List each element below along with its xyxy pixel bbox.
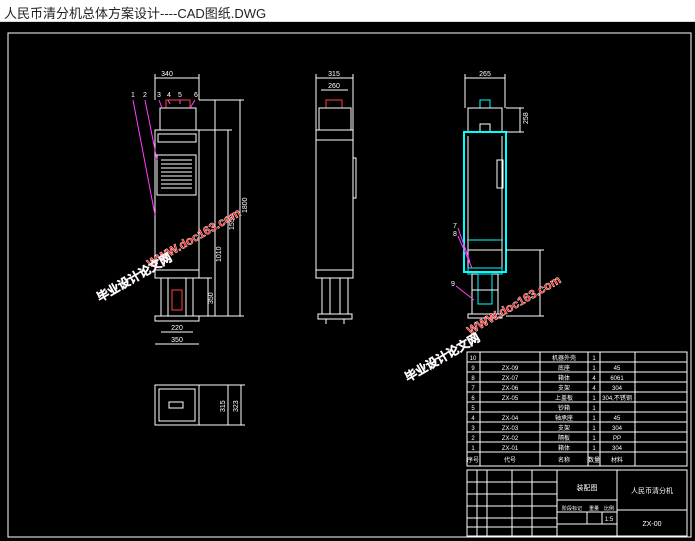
bom-no: 5 [471, 406, 475, 412]
section-balloon-9: 9 [451, 281, 455, 288]
bom-name: 隔板 [558, 434, 570, 442]
bom-no: 10 [470, 356, 477, 362]
bom-mat: 304,不锈钢 [602, 394, 632, 402]
bom-no: 2 [471, 436, 475, 442]
top-dim-323: 323 [233, 400, 240, 412]
bom-no: 7 [471, 386, 475, 392]
bom-code: ZX-07 [502, 376, 519, 382]
watermark-cn-1: 毕业设计论文网 [94, 250, 174, 305]
front-dim-220: 220 [171, 325, 183, 332]
bom-code: ZX-06 [502, 386, 519, 392]
title-scale: 1:5 [605, 517, 614, 523]
title-ratio: 比例 [604, 505, 614, 512]
front-dim-1010: 1010 [216, 246, 223, 262]
top-view [154, 384, 245, 426]
bom-mat: 6061 [610, 376, 624, 382]
front-dim-350v: 350 [208, 292, 215, 304]
front-balloon-3: 3 [157, 92, 161, 99]
section-dim-258: 258 [523, 112, 530, 124]
bom-qty: 1 [592, 446, 596, 452]
title-assembly-name: 装配图 [577, 483, 598, 492]
bom-qty: 1 [592, 426, 596, 432]
title-drawing-code: ZX-00 [642, 521, 661, 528]
bom-name: 底座 [558, 364, 570, 372]
bom-mat: 304 [612, 426, 623, 432]
side-dim-260: 260 [328, 83, 340, 90]
section-balloon-8: 8 [453, 231, 457, 238]
bom-table [466, 351, 688, 467]
bom-no: 9 [471, 366, 475, 372]
bom-mat: PP [613, 436, 621, 442]
side-dim-315: 315 [328, 71, 340, 78]
bom-header-code: 代号 [504, 456, 516, 464]
bom-name: 轴承座 [555, 414, 573, 422]
front-balloon-1: 1 [131, 92, 135, 99]
window-titlebar: 人民币清分机总体方案设计----CAD图纸.DWG [0, 0, 695, 22]
bom-name: 箱体 [558, 374, 570, 382]
bom-name: 钞箱 [558, 404, 570, 412]
bom-name: 支架 [558, 424, 570, 432]
watermarks: WWW.doc163.com 毕业设计论文网 WWW.doc163.com 毕业… [94, 205, 564, 385]
front-balloon-5: 5 [178, 92, 182, 99]
front-dim-1800: 1800 [242, 197, 249, 213]
bom-mat: 45 [614, 416, 621, 422]
title-stage: 阶段标记 [562, 505, 582, 512]
cad-drawing-canvas[interactable]: 340 220 350 1800 1550 1010 350 1 2 3 4 5… [0, 22, 695, 541]
bom-qty: 1 [592, 406, 596, 412]
section-dim-265: 265 [479, 71, 491, 78]
watermark-url-2: WWW.doc163.com [465, 272, 564, 337]
bom-no: 3 [471, 426, 475, 432]
bom-qty: 1 [592, 396, 596, 402]
bom-code: ZX-01 [502, 446, 519, 452]
bom-code: ZX-05 [502, 396, 519, 402]
bom-qty: 4 [592, 376, 596, 382]
bom-no: 6 [471, 396, 475, 402]
bom-mat: 304 [612, 386, 623, 392]
bom-name: 箱体 [558, 444, 570, 452]
section-balloon-7: 7 [453, 223, 457, 230]
front-dim-350: 350 [171, 337, 183, 344]
section-view [463, 74, 544, 319]
side-view [315, 74, 357, 324]
bom-mat: 304 [612, 446, 623, 452]
bom-qty: 1 [592, 416, 596, 422]
front-dim-top: 340 [161, 71, 173, 78]
bom-qty: 1 [592, 436, 596, 442]
cad-drawing: 340 220 350 1800 1550 1010 350 1 2 3 4 5… [7, 32, 692, 538]
bom-code: ZX-09 [502, 366, 519, 372]
front-balloon-4: 4 [167, 92, 171, 99]
bom-header-mat: 材料 [611, 456, 623, 464]
title-weight: 重量 [589, 505, 599, 512]
bom-name: 机器外壳 [552, 354, 576, 362]
bom-code: ZX-02 [502, 436, 519, 442]
bom-code: ZX-03 [502, 426, 519, 432]
bom-no: 4 [471, 416, 475, 422]
bom-code: ZX-04 [502, 416, 519, 422]
bom-header-qty: 数量 [588, 456, 600, 464]
window-title: 人民币清分机总体方案设计----CAD图纸.DWG [4, 6, 267, 21]
bom-no: 1 [471, 446, 475, 452]
front-balloon-6: 6 [194, 92, 198, 99]
bom-rows: 10 机器外壳 1 9 ZX-09 底座 1 45 8 ZX-07 箱体 4 6… [467, 354, 632, 464]
front-balloon-leaders [132, 99, 196, 216]
bom-qty: 1 [592, 366, 596, 372]
front-balloon-2: 2 [143, 92, 147, 99]
bom-header-no: 序号 [467, 456, 479, 464]
bom-name: 上盖板 [555, 394, 573, 402]
top-dim-315: 315 [220, 400, 227, 412]
bom-no: 8 [471, 376, 475, 382]
bom-mat: 45 [614, 366, 621, 372]
title-drawing-title: 人民币清分机 [631, 486, 673, 495]
bom-qty: 1 [592, 356, 596, 362]
bom-name: 支架 [558, 384, 570, 392]
bom-header-name: 名称 [558, 456, 570, 464]
bom-qty: 4 [592, 386, 596, 392]
